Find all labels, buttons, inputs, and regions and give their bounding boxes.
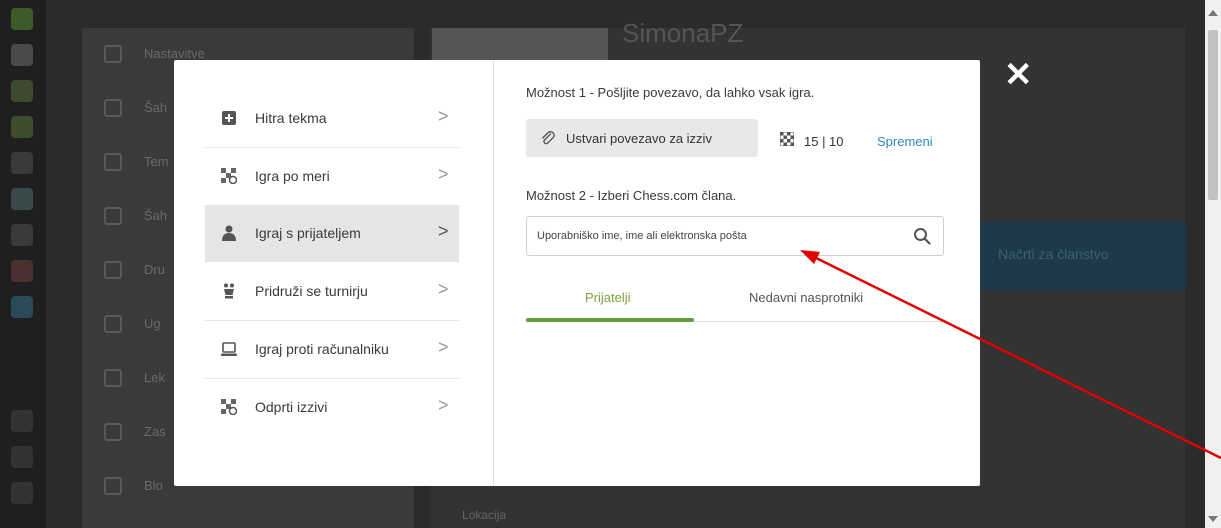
left-icon-rail: [0, 0, 46, 528]
chevron-right-icon: >: [438, 279, 449, 299]
watch-icon: [11, 152, 33, 174]
settings-icon: [11, 410, 33, 432]
scroll-down-icon[interactable]: [1208, 516, 1218, 522]
close-modal-button[interactable]: ✕: [1004, 58, 1033, 92]
menu-item-label: Igraj proti računalniku: [255, 341, 389, 357]
location-label: Lokacija: [462, 508, 507, 522]
search-rail-icon: [11, 446, 33, 468]
menu-item-label: Igra po meri: [255, 168, 330, 184]
laptop-icon: [221, 342, 237, 356]
membership-banner-label: Načrti za članstvo: [998, 246, 1109, 262]
search-icon[interactable]: [913, 227, 931, 245]
menu-item-quick-match[interactable]: Hitra tekma >: [205, 90, 459, 147]
diamond-icon: [11, 296, 33, 318]
menu-item-custom-game[interactable]: Igra po meri >: [205, 148, 459, 205]
person-icon: [222, 225, 236, 241]
menu-item-join-tournament[interactable]: Pridruži se turnirju >: [205, 263, 459, 320]
learn-icon: [11, 116, 33, 138]
membership-banner: Načrti za članstvo: [978, 222, 1186, 290]
option1-heading: Možnost 1 - Pošljite povezavo, da lahko …: [526, 85, 815, 100]
chevron-right-icon: >: [438, 106, 449, 126]
member-search-input[interactable]: [537, 227, 897, 245]
create-challenge-link-label: Ustvari povezavo za izziv: [566, 131, 712, 146]
news-icon: [11, 224, 33, 246]
active-tab-indicator: [526, 318, 694, 322]
option2-heading: Možnost 2 - Izberi Chess.com člana.: [526, 188, 737, 203]
member-search-box[interactable]: [526, 216, 944, 256]
new-game-modal: Hitra tekma > Igra po meri > Igraj s pri…: [174, 60, 980, 486]
time-control-board-icon: [780, 132, 794, 146]
menu-item-open-challenges[interactable]: Odprti izzivi >: [205, 379, 459, 436]
chevron-right-icon: >: [438, 337, 449, 357]
profile-name: SimonaPZ: [622, 18, 744, 48]
menu-item-play-computer[interactable]: Igraj proti računalniku >: [205, 321, 459, 378]
help-icon: [11, 482, 33, 504]
play-icon: [11, 44, 33, 66]
menu-item-label: Igraj s prijateljem: [255, 225, 361, 241]
time-control-value: 15 | 10: [804, 134, 844, 149]
scrollbar-thumb[interactable]: [1208, 30, 1218, 200]
logo-icon: [11, 8, 33, 30]
menu-item-label: Hitra tekma: [255, 110, 327, 126]
plus-square-icon: [222, 111, 236, 125]
custom-board-icon: [221, 168, 237, 184]
chevron-right-icon: >: [438, 221, 449, 241]
chevron-right-icon: >: [438, 164, 449, 184]
tab-friends[interactable]: Prijatelji: [585, 290, 631, 305]
page-scrollbar[interactable]: [1205, 0, 1221, 528]
scroll-up-icon[interactable]: [1208, 10, 1218, 16]
tab-recent-opponents[interactable]: Nedavni nasprotniki: [749, 290, 863, 305]
modal-divider: [493, 60, 494, 486]
create-challenge-link-button[interactable]: Ustvari povezavo za izziv: [526, 119, 758, 157]
more-icon: [11, 260, 33, 282]
puzzle-icon: [11, 80, 33, 102]
menu-item-label: Odprti izzivi: [255, 399, 328, 415]
open-challenges-icon: [221, 399, 237, 415]
trophy-icon: [224, 283, 234, 299]
menu-item-play-friend[interactable]: Igraj s prijateljem >: [205, 205, 459, 262]
link-icon: [542, 130, 555, 145]
social-icon: [11, 188, 33, 210]
change-time-control-link[interactable]: Spremeni: [877, 134, 933, 149]
chevron-right-icon: >: [438, 395, 449, 415]
menu-item-label: Pridruži se turnirju: [255, 283, 368, 299]
